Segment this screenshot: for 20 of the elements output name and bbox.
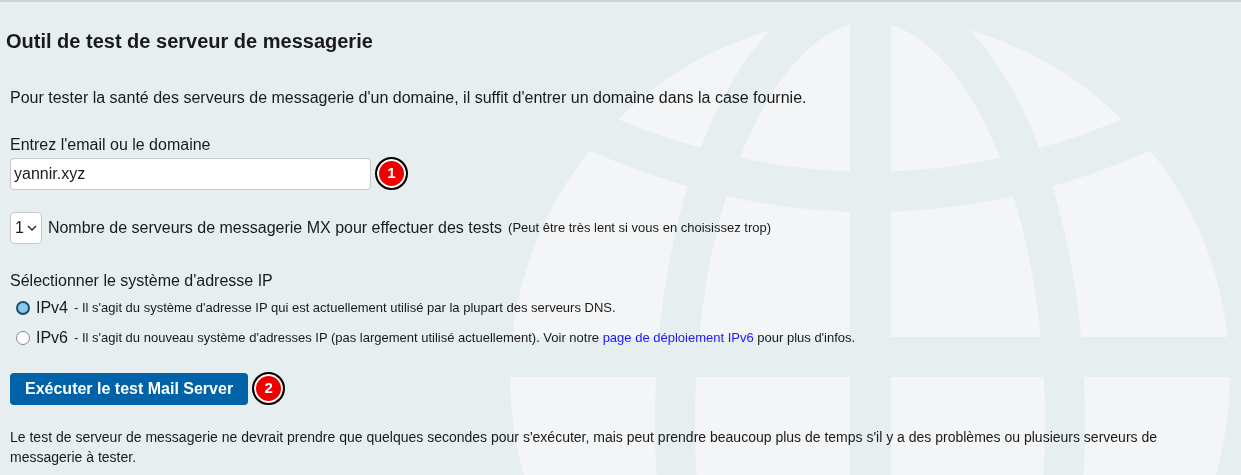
radio-button[interactable] [16, 301, 30, 315]
option-description: - Il s'agit du système d'adresse IP qui est actuellement utilisé par la plupart des serveurs DNS. [74, 299, 616, 318]
step-number-badge: 1 [375, 157, 408, 190]
domain-input[interactable]: yannir.xyz [10, 157, 371, 190]
option-name: IPv6 [36, 328, 68, 348]
footer-text: Le test de serveur de messagerie ne devrait prendre que quelques secondes pour s'exécuter, mais peut prendre beaucoup plus de temps s'il y a des problèmes ou plusieurs serveurs de messagerie à tester. [10, 428, 1158, 467]
option-name: IPv4 [36, 298, 68, 318]
radio-button[interactable] [16, 331, 30, 345]
field-label: Entrez l'email ou le domaine [10, 135, 211, 155]
page-title: Outil de test de serveur de messagerie [6, 29, 374, 54]
step-number-badge: 2 [252, 372, 286, 405]
intro-text: Pour tester la santé des serveurs de messagerie d'un domaine, il suffit d'entrer un domaine dans la case fournie. [10, 88, 808, 108]
mx-count-note: (Peut être très lent si vous en choisissez trop) [508, 219, 772, 238]
mx-count-label: Nombre de serveurs de messagerie MX pour effectuer des tests [47, 218, 503, 238]
run-test-button[interactable]: Exécuter le test Mail Server [10, 372, 249, 405]
mx-count-select[interactable]: 1 [10, 212, 42, 244]
chevron-down-icon [26, 225, 37, 231]
ipv6-page-link[interactable]: page de déploiement IPv6 [602, 330, 754, 346]
ip-system-label: Sélectionner le système d'adresse IP [10, 271, 273, 291]
option-description: - Il s'agit du nouveau système d'adresses IP (pas largement utilisé actuellement). Voir notre page de déploiement IPv6 pour plus d'infos. [74, 329, 856, 348]
